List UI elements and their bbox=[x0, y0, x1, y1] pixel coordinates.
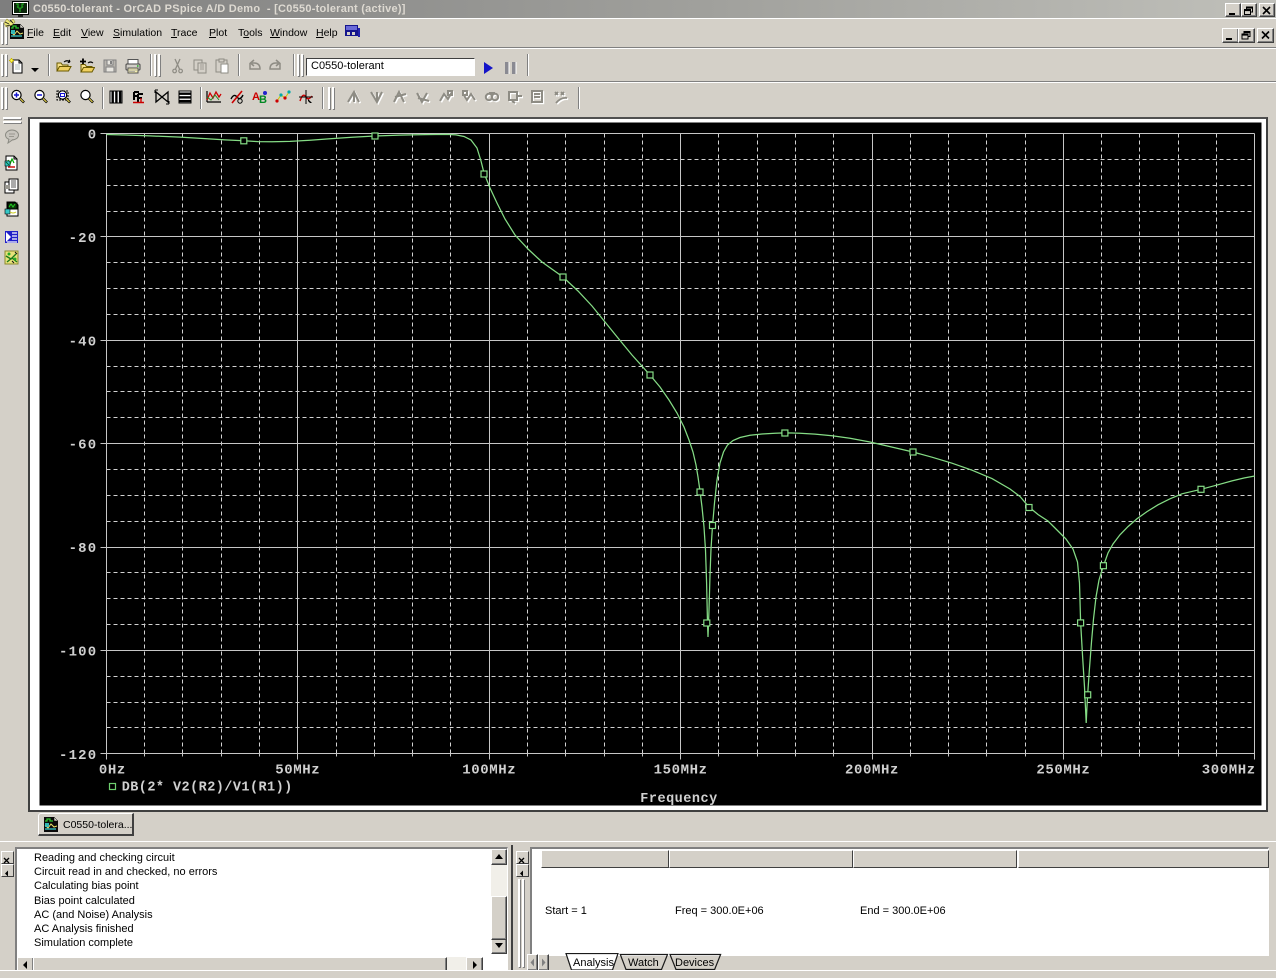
svg-text:0: 0 bbox=[88, 128, 98, 144]
svg-text:-60: -60 bbox=[69, 438, 98, 454]
svg-text:200MHz: 200MHz bbox=[845, 762, 899, 778]
svg-text:B: B bbox=[259, 94, 267, 105]
svg-text:150MHz: 150MHz bbox=[654, 762, 708, 778]
svg-text:0Hz: 0Hz bbox=[99, 762, 126, 778]
svg-text:-40: -40 bbox=[69, 334, 98, 350]
svg-text:DB(2* V2(R2)/V1(R1)): DB(2* V2(R2)/V1(R1)) bbox=[122, 781, 293, 796]
svg-text:Analysis: Analysis bbox=[573, 957, 614, 969]
svg-text:Frequency: Frequency bbox=[640, 792, 717, 807]
svg-text:Devices: Devices bbox=[675, 957, 715, 969]
svg-text:100MHz: 100MHz bbox=[462, 762, 516, 778]
svg-text:-20: -20 bbox=[69, 231, 98, 247]
svg-text:300MHz: 300MHz bbox=[1202, 762, 1256, 778]
svg-text:50MHz: 50MHz bbox=[275, 762, 320, 778]
svg-text:250MHz: 250MHz bbox=[1036, 762, 1090, 778]
svg-text:Watch: Watch bbox=[628, 957, 659, 969]
svg-text:-120: -120 bbox=[59, 748, 97, 764]
svg-text:-80: -80 bbox=[69, 541, 98, 557]
svg-text:-100: -100 bbox=[59, 644, 97, 660]
